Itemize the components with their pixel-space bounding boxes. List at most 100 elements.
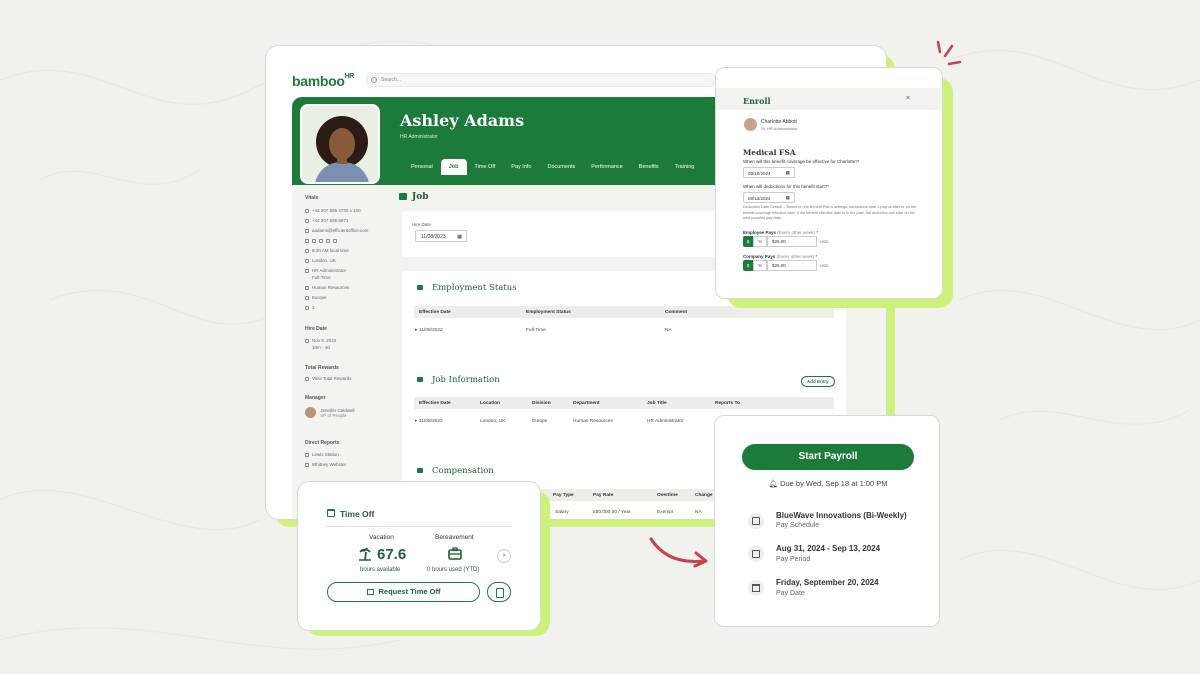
mobile-icon: [305, 218, 309, 223]
email-link[interactable]: aadams@efficientoffice.com: [305, 228, 368, 233]
pinterest-icon[interactable]: [326, 238, 330, 243]
calendar-icon: [366, 589, 374, 596]
gift-icon: [305, 376, 309, 381]
add-entry-button[interactable]: Add Entry: [801, 376, 835, 387]
instagram-icon[interactable]: [333, 238, 337, 243]
mobile-phone[interactable]: +44 207 555 6871: [305, 218, 348, 223]
job-title: HR Administrator: [305, 268, 346, 273]
tab-pay-info[interactable]: Pay Info: [503, 159, 539, 175]
employee-number: 2: [305, 305, 315, 310]
tab-personal[interactable]: Personal: [403, 159, 441, 175]
direct-report-item[interactable]: Whitney Webster: [305, 462, 346, 467]
request-time-off-button[interactable]: Request Time Off: [327, 582, 480, 602]
manager-avatar: [305, 407, 316, 418]
search-icon: [371, 77, 377, 83]
bank-icon: [748, 580, 764, 596]
avatar: [744, 118, 757, 131]
company-pays-input[interactable]: $ % $25.00 USD: [743, 260, 828, 271]
coverage-date-input[interactable]: 09/10/2024 ▦: [743, 167, 795, 178]
pay-date-value: Friday, September 20, 2024: [776, 578, 879, 587]
direct-report-item[interactable]: Lewis Station: [305, 452, 339, 457]
twitter-icon[interactable]: [312, 238, 316, 243]
company-pays-label: Company Pays (Every other week) *: [743, 254, 818, 259]
percent-toggle[interactable]: %: [753, 236, 767, 247]
facebook-icon[interactable]: [319, 238, 323, 243]
enrollee-role: Sr. HR Administrator: [761, 126, 798, 131]
time-off-card: Time Off Vacation Bereavement 67.6 hours…: [297, 481, 541, 631]
tab-training[interactable]: Training: [667, 159, 703, 175]
total-rewards-heading: Total Rewards: [305, 365, 339, 371]
dollar-toggle[interactable]: $: [743, 236, 753, 247]
hire-date-label: Hire Date: [412, 222, 432, 227]
calculator-button[interactable]: [487, 582, 511, 602]
enroll-dialog: Enroll × Charlotte Abbott Sr. HR Adminis…: [715, 67, 943, 299]
tab-time-off[interactable]: Time Off: [467, 159, 504, 175]
employee-name: Ashley Adams: [400, 111, 525, 130]
manager-card[interactable]: Jennifer Caldwell VP of People: [305, 407, 355, 418]
money-icon: [417, 468, 423, 473]
deduction-start-input[interactable]: 09/13/2024 ▦: [743, 192, 795, 203]
pay-schedule-value: BlueWave Innovations (Bi-Weekly): [776, 511, 907, 520]
tab-documents[interactable]: Documents: [539, 159, 583, 175]
social-links[interactable]: [305, 238, 340, 243]
dollar-toggle[interactable]: $: [743, 260, 753, 271]
person-icon: [305, 452, 309, 457]
direct-reports-heading: Direct Reports: [305, 440, 340, 446]
employee-pays-label: Employee Pays (Every other week) *: [743, 230, 819, 235]
bamboohr-logo: bambooHR: [292, 73, 355, 89]
deduction-start-question: When will deductions for this benefit st…: [743, 184, 830, 189]
employment-status-title: Employment Status: [417, 283, 517, 293]
tab-benefits[interactable]: Benefits: [631, 159, 667, 175]
compensation-title: Compensation: [417, 466, 494, 476]
globe-icon: [305, 295, 309, 300]
location: London, UK: [305, 258, 336, 263]
tab-performance[interactable]: Performance: [583, 159, 631, 175]
region: Europe: [305, 295, 327, 300]
time-off-title: Time Off: [340, 509, 375, 519]
profile-tabs: Personal Job Time Off Pay Info Documents…: [403, 159, 702, 175]
chevron-right-icon[interactable]: ›: [497, 549, 511, 563]
calendar-icon: [305, 338, 309, 343]
phone-icon: [305, 208, 309, 213]
percent-toggle[interactable]: %: [753, 260, 767, 271]
vacation-hours: 67.6: [377, 546, 407, 563]
tab-job[interactable]: Job: [440, 159, 467, 175]
pay-period-value: Aug 31, 2024 - Sep 13, 2024: [776, 544, 881, 553]
calendar-icon: [327, 509, 335, 517]
job-information-title: Job Information: [417, 375, 500, 385]
briefcase-icon: [305, 268, 309, 273]
tenure: 10m - 4d: [312, 345, 330, 350]
clock-icon: [305, 248, 309, 253]
linkedin-icon[interactable]: [305, 238, 309, 243]
manager-heading: Manager: [305, 395, 326, 401]
local-time: 8:20 AM local time: [305, 248, 349, 253]
location-icon: [305, 258, 309, 263]
employee-pays-input[interactable]: $ % $25.00 USD: [743, 236, 828, 247]
calendar-icon: ▦: [785, 195, 790, 200]
arrow-icon: [648, 535, 712, 574]
hire-date: Nov 8, 2022: [305, 338, 336, 343]
benefit-plan-title: Medical FSA: [743, 148, 796, 157]
coverage-date-question: When will this benefit coverage be effec…: [743, 159, 860, 164]
employment-type: Full-Time: [312, 275, 331, 280]
calendar-icon: ▦: [457, 234, 462, 240]
table-row[interactable]: ▸ 11/08/2022 Full-Time NA: [414, 324, 834, 338]
bereavement-sub: 0 hours used (YTD): [427, 567, 480, 573]
person-icon: [305, 462, 309, 467]
close-icon[interactable]: ×: [906, 95, 910, 102]
job-heading: Job: [399, 192, 429, 202]
start-payroll-button[interactable]: Start Payroll: [742, 444, 914, 470]
calendar-icon: ▦: [785, 170, 790, 175]
department: Human Resources: [305, 285, 349, 290]
hire-date-input[interactable]: 11/08/2023 ▦: [415, 230, 467, 242]
mail-icon: [305, 228, 309, 233]
payroll-due-date: 🔔︎ Due by Wed, Sep 18 at 1:00 PM: [768, 479, 888, 488]
work-phone[interactable]: +44 207 555 4730 x 100: [305, 208, 361, 213]
search-input[interactable]: Search...: [366, 73, 716, 87]
view-total-rewards-link[interactable]: View Total Rewards: [305, 376, 351, 381]
vacation-label: Vacation: [369, 534, 394, 541]
payroll-card: Start Payroll 🔔︎ Due by Wed, Sep 18 at 1…: [714, 415, 940, 627]
id-card-icon: [417, 285, 423, 290]
hire-date-heading: Hire Date: [305, 326, 327, 332]
profile-sidebar: Vitals +44 207 555 4730 x 100 +44 207 55…: [292, 185, 382, 519]
